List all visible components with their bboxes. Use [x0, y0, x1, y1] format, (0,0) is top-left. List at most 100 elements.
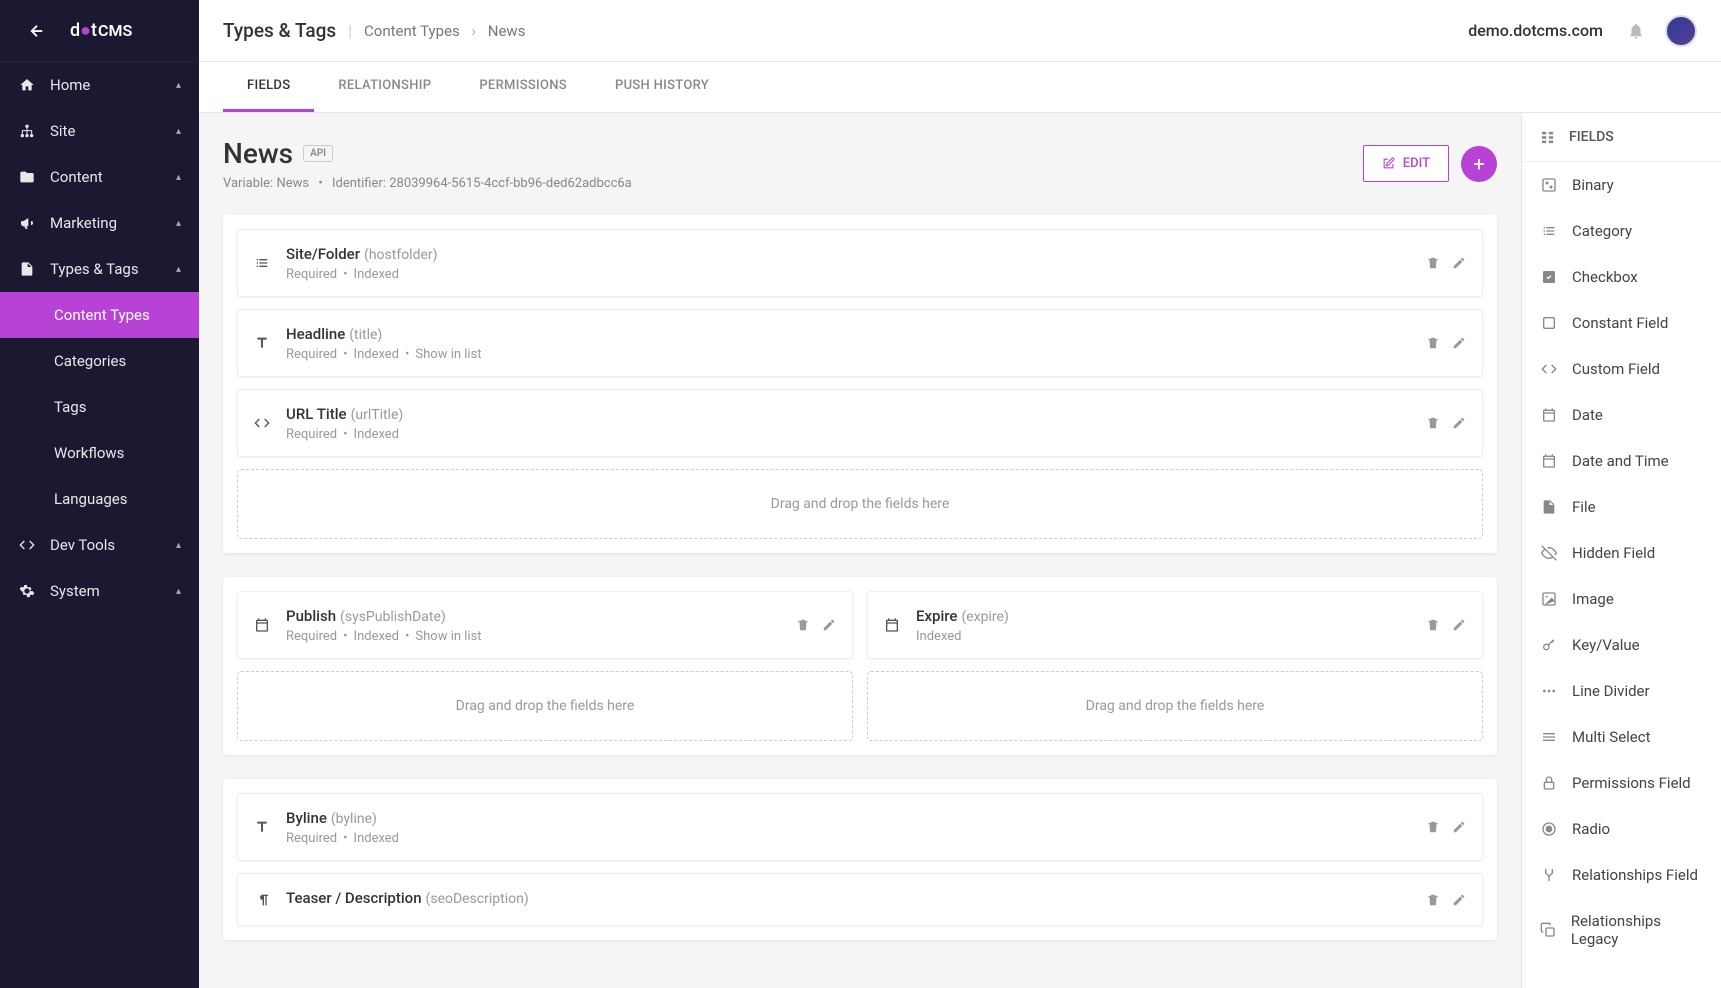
dropzone[interactable]: Drag and drop the fields here [237, 469, 1483, 539]
field-card[interactable]: Byline(byline) Required•Indexed [237, 793, 1483, 861]
palette-item-multi-select[interactable]: Multi Select [1522, 714, 1721, 760]
folder-icon [18, 169, 36, 185]
palette-item-category[interactable]: Category [1522, 208, 1721, 254]
field-card[interactable]: URL Title(urlTitle) Required•Indexed [237, 389, 1483, 457]
palette-item-date[interactable]: Date [1522, 392, 1721, 438]
palette-item-custom-field[interactable]: Custom Field [1522, 346, 1721, 392]
palette-item-file[interactable]: File [1522, 484, 1721, 530]
code-icon [1540, 361, 1558, 377]
edit-button[interactable]: EDIT [1363, 145, 1449, 182]
list-icon [1540, 223, 1558, 239]
calendar-icon [1540, 453, 1558, 469]
dropzone[interactable]: Drag and drop the fields here [867, 671, 1483, 741]
delete-icon[interactable] [1426, 893, 1440, 907]
chevron-up-icon: ▴ [176, 586, 181, 597]
palette-item-checkbox[interactable]: Checkbox [1522, 254, 1721, 300]
fields-palette: FIELDS BinaryCategoryCheckboxConstant Fi… [1521, 113, 1721, 988]
tab-push-history[interactable]: PUSH HISTORY [591, 62, 733, 112]
palette-item-radio[interactable]: Radio [1522, 806, 1721, 852]
edit-icon[interactable] [1452, 893, 1466, 907]
delete-icon[interactable] [1426, 336, 1440, 350]
field-variable: (sysPublishDate) [340, 609, 446, 625]
key-icon [1540, 637, 1558, 653]
edit-icon[interactable] [1452, 336, 1466, 350]
tab-fields[interactable]: FIELDS [223, 62, 314, 112]
chevron-up-icon: ▴ [176, 80, 181, 91]
field-title: Teaser / Description [286, 889, 422, 907]
calendar-icon [1540, 407, 1558, 423]
dropzone[interactable]: Drag and drop the fields here [237, 671, 853, 741]
sidebar-item-content[interactable]: Content▴ [0, 154, 199, 200]
delete-icon[interactable] [796, 618, 810, 632]
sidebar-subitem-workflows[interactable]: Workflows [0, 430, 199, 476]
sitemap-icon [18, 123, 36, 139]
field-title: Publish [286, 607, 336, 625]
edit-icon[interactable] [822, 618, 836, 632]
checkbox-icon [1540, 269, 1558, 285]
delete-icon[interactable] [1426, 256, 1440, 270]
palette-item-date-and-time[interactable]: Date and Time [1522, 438, 1721, 484]
sidebar-item-site[interactable]: Site▴ [0, 108, 199, 154]
tab-relationship[interactable]: RELATIONSHIP [314, 62, 455, 112]
calendar-icon [884, 617, 904, 633]
palette-item-line-divider[interactable]: Line Divider [1522, 668, 1721, 714]
palette-item-image[interactable]: Image [1522, 576, 1721, 622]
domain-label[interactable]: demo.dotcms.com [1468, 21, 1603, 40]
header-section: Types & Tags [223, 19, 336, 42]
palette-item-relationships-field[interactable]: Relationships Field [1522, 852, 1721, 898]
sidebar-item-home[interactable]: Home▴ [0, 62, 199, 108]
avatar[interactable] [1665, 15, 1697, 47]
sidebar-item-system[interactable]: System▴ [0, 568, 199, 614]
sidebar-item-dev-tools[interactable]: Dev Tools▴ [0, 522, 199, 568]
edit-icon[interactable] [1452, 618, 1466, 632]
field-card[interactable]: Publish(sysPublishDate) Required•Indexed… [237, 591, 853, 659]
edit-icon[interactable] [1452, 820, 1466, 834]
field-card[interactable]: Expire(expire) Indexed [867, 591, 1483, 659]
header: Types & Tags | Content Types › News demo… [199, 0, 1721, 62]
notifications-icon[interactable] [1627, 22, 1645, 40]
field-group: Publish(sysPublishDate) Required•Indexed… [223, 577, 1497, 755]
edit-icon[interactable] [1452, 416, 1466, 430]
field-card[interactable]: Headline(title) Required•Indexed•Show in… [237, 309, 1483, 377]
sidebar-subitem-tags[interactable]: Tags [0, 384, 199, 430]
breadcrumb-item[interactable]: Content Types [364, 22, 460, 40]
grid-icon [1540, 130, 1555, 145]
sidebar-item-types-tags[interactable]: Types & Tags▴ [0, 246, 199, 292]
palette-item-permissions-field[interactable]: Permissions Field [1522, 760, 1721, 806]
api-badge[interactable]: API [303, 145, 333, 162]
radio-icon [1540, 821, 1558, 837]
copy-icon [1540, 922, 1557, 938]
back-button[interactable] [28, 22, 46, 40]
palette-item-relationships-legacy[interactable]: Relationships Legacy [1522, 898, 1721, 962]
field-variable: (expire) [961, 609, 1008, 625]
field-meta: Required•Indexed [286, 427, 1426, 442]
add-button[interactable]: + [1461, 146, 1497, 182]
text-icon [254, 819, 274, 835]
delete-icon[interactable] [1426, 416, 1440, 430]
binary-icon [1540, 177, 1558, 193]
sidebar-subitem-languages[interactable]: Languages [0, 476, 199, 522]
code-icon [254, 415, 274, 431]
field-card[interactable]: Site/Folder(hostfolder) Required•Indexed [237, 229, 1483, 297]
tab-permissions[interactable]: PERMISSIONS [455, 62, 591, 112]
page-title: News [223, 137, 293, 170]
delete-icon[interactable] [1426, 820, 1440, 834]
sidebar-subitem-content-types[interactable]: Content Types [0, 292, 199, 338]
edit-icon[interactable] [1452, 256, 1466, 270]
sidebar-subitem-categories[interactable]: Categories [0, 338, 199, 384]
field-card[interactable]: Teaser / Description(seoDescription) [237, 873, 1483, 926]
delete-icon[interactable] [1426, 618, 1440, 632]
palette-item-binary[interactable]: Binary [1522, 162, 1721, 208]
palette-item-key-value[interactable]: Key/Value [1522, 622, 1721, 668]
sidebar-item-marketing[interactable]: Marketing▴ [0, 200, 199, 246]
lines-icon [1540, 729, 1558, 745]
field-meta: Required•Indexed•Show in list [286, 629, 796, 644]
chevron-up-icon: ▴ [176, 126, 181, 137]
dots-icon [1540, 683, 1558, 699]
palette-item-constant-field[interactable]: Constant Field [1522, 300, 1721, 346]
field-group: Byline(byline) Required•Indexed Teaser /… [223, 779, 1497, 940]
sidebar: d●tCMS Home▴Site▴Content▴Marketing▴Types… [0, 0, 199, 988]
tabs: FIELDSRELATIONSHIPPERMISSIONSPUSH HISTOR… [199, 62, 1721, 113]
file-icon [18, 261, 36, 277]
palette-item-hidden-field[interactable]: Hidden Field [1522, 530, 1721, 576]
